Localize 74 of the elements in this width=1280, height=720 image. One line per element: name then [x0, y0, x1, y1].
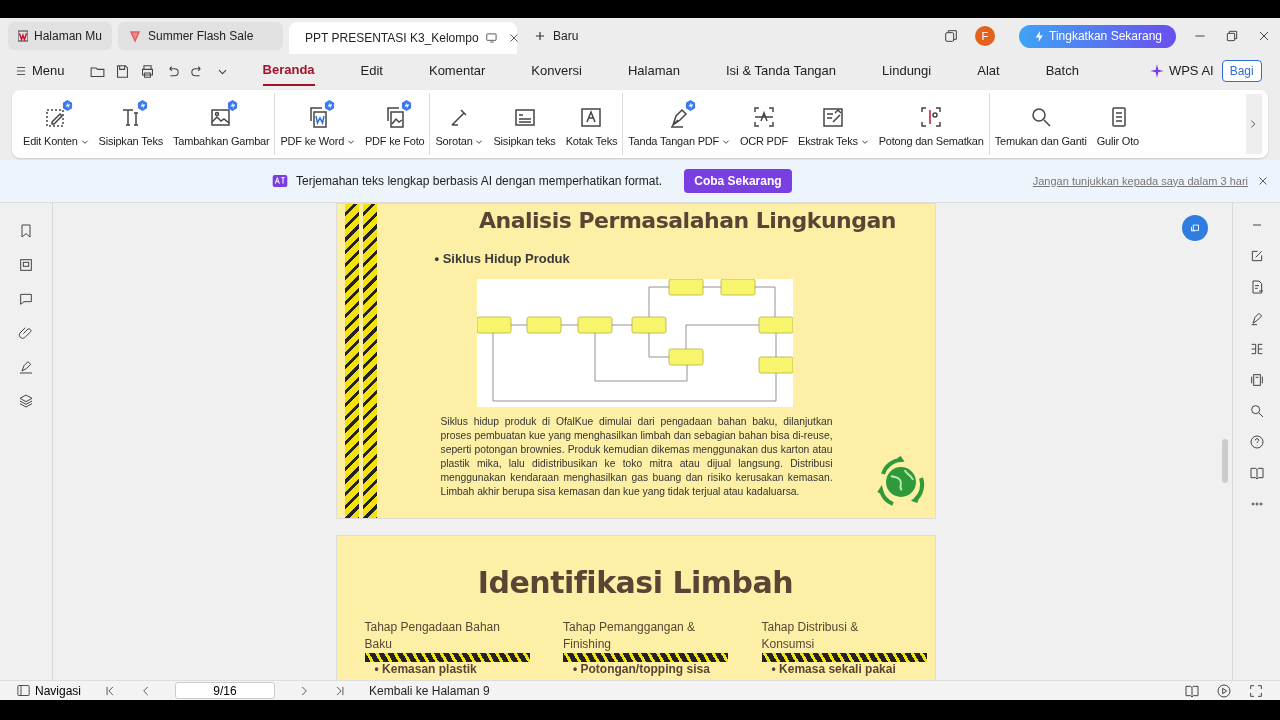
toolbar-button[interactable]: Sisipkan teks	[488, 98, 561, 150]
slide-title: Identifikasi Limbah	[476, 564, 795, 602]
slide-paragraph: Siklus hidup produk di OfalKue dimulai dari pengadaan bahan baku, dilanjutkan proses pembuatan kue yang menghasilkan limbah dan sebagian bahan bisa di-reuse, seperti potongan brownies. Produk kemudian dikemas menggunakan dus karton atau plastik mika, lalu didistribusikan ke toko mitra atau dijual langsung. Distribusi menggunakan kendaraan menghasilkan gas buang dan risiko kerusakan kemasan. Limbah akhir berupa sisa kemasan dan kue yang tidak terjual atau kadaluarsa.	[440, 414, 833, 499]
column-heading: Tahap Pengadaan Bahan Baku	[364, 619, 501, 653]
back-to-page-link[interactable]: Kembali ke Halaman 9	[369, 681, 490, 700]
menu-tab[interactable]: Halaman	[627, 57, 680, 85]
bookmark-icon[interactable]	[18, 223, 34, 239]
scrollbar-thumb[interactable]	[1222, 439, 1228, 483]
text-box-icon	[579, 105, 604, 130]
browser-tab[interactable]: Summer Flash Sale	[118, 22, 283, 50]
toolbar-button[interactable]: PDF ke Word	[275, 98, 360, 150]
slide-title: Analisis Permasalahan Lingkungan	[478, 207, 897, 235]
book-icon[interactable]	[1248, 465, 1265, 481]
plus-icon	[533, 29, 547, 43]
toolbar-button[interactable]: Sisipkan Teks	[93, 98, 168, 150]
toolbar-button[interactable]: Tanda Tangan PDF	[623, 98, 735, 150]
new-tab-button[interactable]: Baru	[523, 22, 589, 50]
toolbar-button[interactable]: Ekstrak Teks	[793, 98, 874, 150]
convert-fab-button[interactable]	[1182, 215, 1208, 241]
play-icon[interactable]	[1216, 682, 1232, 699]
comment-icon[interactable]	[18, 291, 34, 307]
bullet-point: • Siklus Hidup Produk	[434, 250, 571, 268]
browser-tab[interactable]: Halaman Mu	[8, 22, 112, 50]
toolbar-button[interactable]: Temukan dan Ganti	[989, 98, 1092, 150]
window-copy-icon[interactable]	[942, 28, 959, 44]
layers-icon[interactable]	[18, 393, 34, 409]
sidebar-panel-icon	[16, 683, 31, 698]
column-heading: Tahap Pemanggangan & Finishing	[563, 619, 697, 653]
extract-text-icon	[821, 105, 846, 130]
bullet-item: • Potongan/topping sisa	[572, 662, 711, 676]
menu-tab[interactable]: Alat	[977, 57, 1000, 85]
toolbar-button[interactable]: Potong dan Sematkan	[873, 98, 989, 150]
wps-logo-icon	[18, 29, 28, 43]
page-number-field[interactable]: 9/16	[175, 682, 276, 699]
navigation-button[interactable]: Navigasi	[16, 683, 82, 698]
bullet-item: • Kemasan plastik	[373, 662, 478, 676]
browser-tab[interactable]: PPT PRESENTASI K3_Kelompo	[289, 22, 517, 54]
restore-icon[interactable]	[1224, 28, 1240, 44]
page-fit-icon[interactable]	[1248, 372, 1265, 388]
signature-icon[interactable]	[18, 359, 34, 375]
thumbnail-icon[interactable]	[18, 257, 34, 273]
search-icon[interactable]	[1248, 403, 1265, 419]
help-icon[interactable]	[1248, 434, 1265, 450]
monitor-icon	[484, 31, 499, 45]
menu-tab[interactable]: Konversi	[531, 57, 582, 85]
upgrade-button[interactable]: Tingkatkan Sekarang	[1018, 24, 1176, 48]
user-avatar[interactable]: F	[974, 26, 995, 46]
toolbar-button[interactable]: Sorotan	[430, 98, 489, 150]
dismiss-link[interactable]: Jangan tunjukkan kepada saya dalam 3 hari	[1032, 172, 1248, 190]
menu-tab[interactable]: Beranda	[262, 56, 315, 86]
toolbar-button[interactable]: OCR PDF	[734, 98, 794, 150]
menu-tab[interactable]: Isi & Tanda Tangan	[725, 57, 837, 85]
fullscreen-icon[interactable]	[1248, 682, 1264, 699]
toolbar-button[interactable]: PDF ke Foto	[359, 98, 430, 150]
toolbar-button[interactable]: Edit Konten	[18, 98, 94, 150]
column-heading: Tahap Distribusi & Konsumsi	[761, 619, 860, 653]
toolbar-button[interactable]: Tambahkan Gambar	[168, 98, 275, 150]
menu-tab[interactable]: Lindungi	[882, 57, 932, 85]
bullet-item: • Kemasa sekali pakai	[770, 662, 897, 676]
share-button[interactable]: Bagi	[1221, 60, 1262, 82]
translate-icon	[272, 173, 288, 189]
wps-ai-button[interactable]: WPS AI	[1148, 57, 1214, 85]
menu-button[interactable]: Menu	[14, 57, 65, 85]
menu-tab[interactable]: Komentar	[428, 57, 486, 85]
toolbar-button[interactable]: Kotak Teks	[560, 98, 623, 150]
menu-tab[interactable]: Batch	[1045, 57, 1079, 85]
toolbar-button[interactable]: Gulir Oto	[1091, 98, 1144, 150]
paperclip-icon[interactable]	[18, 325, 34, 341]
banner-text: Terjemahan teks lengkap berbasis AI dengan memperhatikan format.	[296, 173, 663, 190]
menu-tab[interactable]: Edit	[360, 57, 383, 85]
crop-pin-icon	[919, 105, 944, 130]
menu-icon	[14, 64, 28, 78]
try-now-button[interactable]: Coba Sekarang	[684, 169, 792, 193]
scan-text-icon	[751, 105, 776, 130]
